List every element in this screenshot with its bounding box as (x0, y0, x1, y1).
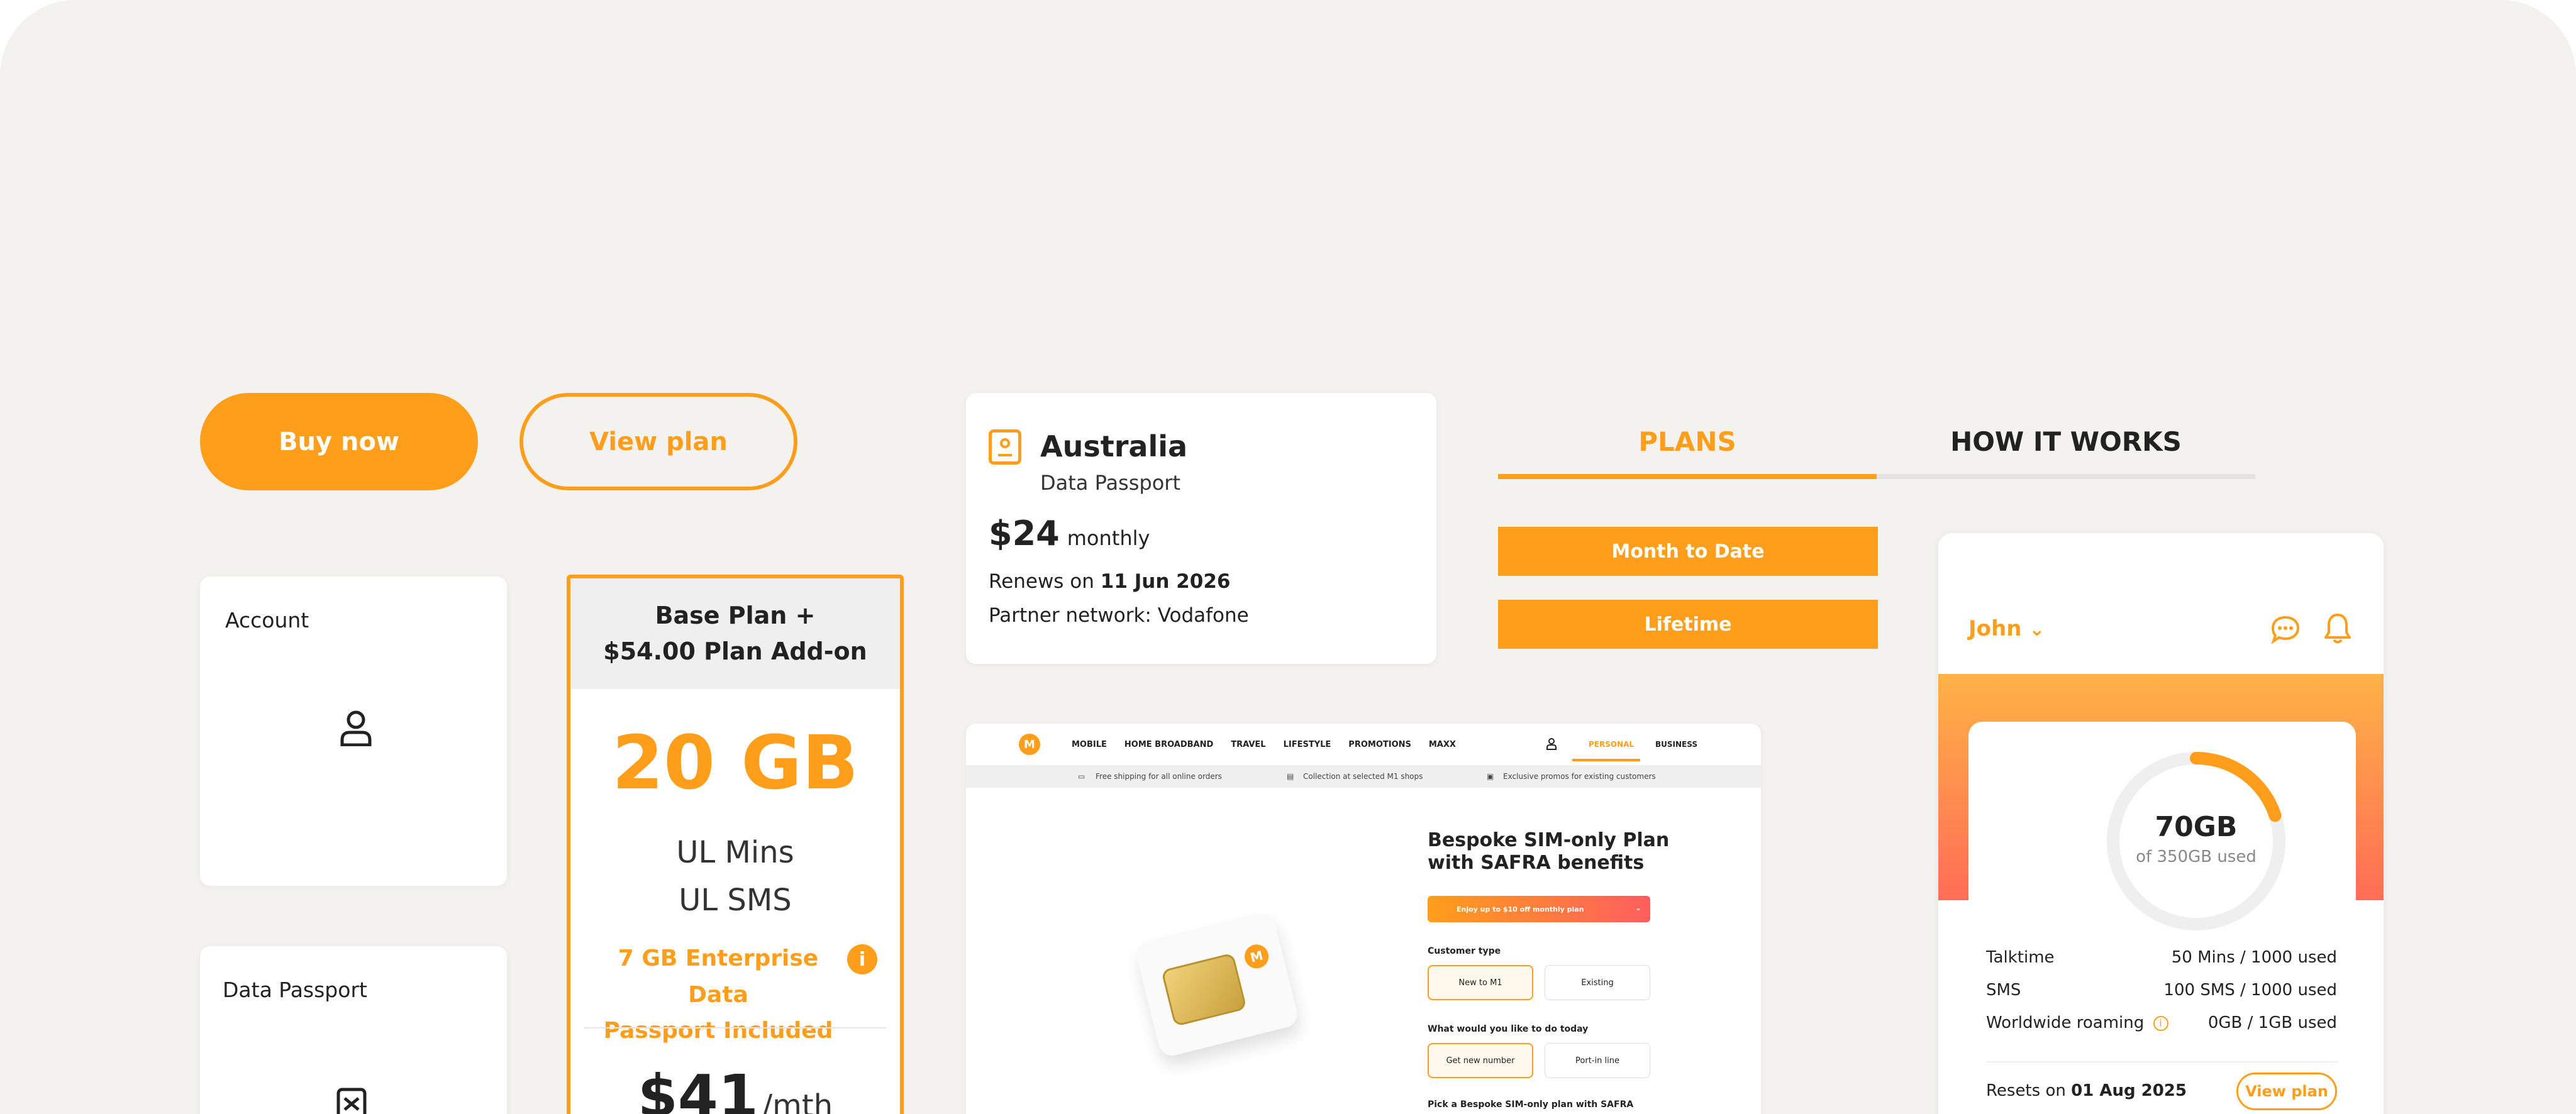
account-tile[interactable]: Account (200, 576, 507, 886)
todo-label: What would you like to do today (1428, 1024, 1589, 1034)
usage-divider (1986, 1061, 2338, 1062)
nav-personal[interactable]: PERSONAL (1589, 740, 1634, 749)
chevron-down-icon: ⌄ (2029, 619, 2045, 641)
tab-how-it-works[interactable]: HOW IT WORKS (1877, 402, 2255, 480)
perk-promos: Exclusive promos for existing customers (1503, 772, 1656, 781)
usage-total: of 350GB used (2136, 847, 2257, 866)
canvas: Buy now View plan Australia Data Passpor… (0, 0, 2576, 1114)
site-heading: Bespoke SIM-only Plan with SAFRA benefit… (1428, 829, 1669, 874)
usage-row-value: 0GB / 1GB used (2207, 1013, 2337, 1032)
nav-travel[interactable]: TRAVEL (1231, 740, 1265, 749)
chevron-down-icon: ⌄ (1635, 903, 1641, 912)
renews-label: Renews on (989, 570, 1094, 593)
option-new-to-m1[interactable]: New to M1 (1428, 965, 1533, 1000)
passport-price: $24 (989, 514, 1060, 553)
plan-divider (584, 1027, 886, 1029)
sim-logo: M (1242, 942, 1272, 971)
usage-row: Talktime 50 Mins / 1000 used (1986, 948, 2337, 967)
m1-logo: M (1019, 734, 1040, 755)
resets-date: 01 Aug 2025 (2071, 1081, 2187, 1100)
passport-subtitle: Data Passport (1040, 471, 1180, 495)
option-get-new-number[interactable]: Get new number (1428, 1043, 1533, 1078)
info-icon[interactable]: i (847, 944, 877, 974)
usage-panel: 70GB of 350GB used Talktime 50 Mins / 10… (1968, 722, 2356, 1114)
data-passport-tile[interactable]: Data Passport (200, 946, 507, 1114)
plan-addon-line1: 7 GB Enterprise Data (618, 946, 819, 1008)
nav-business[interactable]: BUSINESS (1655, 740, 1697, 749)
perk-shipping-icon: ▭ (1078, 772, 1085, 781)
partner-network: Partner network: Vodafone (989, 604, 1249, 627)
usage-rows: Talktime 50 Mins / 1000 used SMS 100 SMS… (1986, 948, 2337, 1055)
plan-addon-line2: Passport Included (603, 1018, 833, 1044)
site-navbar: M MOBILE HOME BROADBAND TRAVEL LIFESTYLE… (966, 724, 1761, 765)
usage-row: Worldwide roaming i 0GB / 1GB used (1986, 1013, 2337, 1032)
pick-plan-label: Pick a Bespoke SIM-only plan with SAFRA (1428, 1100, 1634, 1110)
country-name: Australia (1040, 429, 1188, 463)
tab-plans[interactable]: PLANS (1498, 402, 1877, 480)
passport-period: monthly (1067, 526, 1150, 550)
lifetime-button[interactable]: Lifetime (1498, 600, 1878, 649)
renews-date: 11 Jun 2026 (1100, 570, 1231, 593)
site-heading-line1: Bespoke SIM-only Plan (1428, 829, 1670, 851)
plan-header-line2: $54.00 Plan Add-on (603, 637, 867, 665)
plan-price-period: /mth (762, 1088, 833, 1114)
info-icon[interactable]: i (2153, 1015, 2168, 1031)
month-to-date-button[interactable]: Month to Date (1498, 527, 1878, 576)
site-heading-line2: with SAFRA benefits (1428, 852, 1645, 874)
view-plan-button[interactable]: View plan (519, 393, 797, 490)
plan-header: Base Plan + $54.00 Plan Add-on (570, 578, 900, 689)
chat-icon[interactable] (2270, 615, 2301, 644)
nav-mobile[interactable]: MOBILE (1072, 740, 1107, 749)
plan-card[interactable]: Base Plan + $54.00 Plan Add-on 20 GB UL … (567, 575, 904, 1114)
usage-row-label: Worldwide roaming (1986, 1013, 2145, 1032)
passport-document-icon (336, 1088, 367, 1114)
nav-home-broadband[interactable]: HOME BROADBAND (1124, 740, 1213, 749)
plan-addon: 7 GB Enterprise Data Passport Included (596, 940, 841, 1049)
app-view-plan-button[interactable]: View plan (2236, 1073, 2337, 1110)
perks-bar: ▭ Free shipping for all online orders ▤ … (966, 765, 1761, 788)
perk-store-icon: ▤ (1287, 772, 1294, 781)
sim-card-illustration: M (1133, 910, 1301, 1059)
resets-label: Resets on (1986, 1081, 2066, 1100)
user-menu[interactable]: John ⌄ (1968, 616, 2045, 641)
nav-active-indicator (1572, 759, 1640, 761)
website-preview: M MOBILE HOME BROADBAND TRAVEL LIFESTYLE… (966, 724, 1761, 1114)
option-port-in-line[interactable]: Port-in line (1545, 1043, 1650, 1078)
promo-text: Enjoy up to $10 off monthly plan (1457, 905, 1584, 913)
nav-promotions[interactable]: PROMOTIONS (1348, 740, 1411, 749)
sim-chip (1161, 952, 1247, 1027)
customer-type-label: Customer type (1428, 946, 1501, 956)
perk-shipping: Free shipping for all online orders (1096, 772, 1222, 781)
perk-gift-icon: ▣ (1487, 772, 1494, 781)
passport-icon (989, 429, 1021, 465)
promo-banner[interactable]: Enjoy up to $10 off monthly plan ⌄ (1428, 896, 1650, 922)
usage-row-value: 100 SMS / 1000 used (2163, 981, 2337, 1000)
account-label: Account (225, 608, 309, 632)
perk-collection: Collection at selected M1 shops (1303, 772, 1423, 781)
plan-sms: UL SMS (679, 883, 792, 918)
nav-lifestyle[interactable]: LIFESTYLE (1284, 740, 1331, 749)
plan-header-line1: Base Plan + (655, 602, 816, 629)
usage-row: SMS 100 SMS / 1000 used (1986, 981, 2337, 1000)
buy-now-button[interactable]: Buy now (200, 393, 478, 490)
user-name: John (1968, 616, 2022, 641)
plan-mins: UL Mins (676, 835, 794, 870)
user-icon (340, 710, 372, 746)
passport-card[interactable]: Australia Data Passport $24 monthly Rene… (966, 393, 1436, 664)
usage-amount: 70GB (2155, 811, 2238, 843)
bell-icon[interactable] (2323, 612, 2352, 645)
usage-row-value: 50 Mins / 1000 used (2171, 948, 2337, 967)
tab-indicator (1498, 474, 1877, 479)
mobile-app-card: John ⌄ 70GB of 350GB used Talktime 50 Mi… (1938, 533, 2384, 1114)
site-user-icon[interactable] (1546, 737, 1557, 750)
data-passport-label: Data Passport (223, 978, 367, 1002)
nav-maxx[interactable]: MAXX (1429, 740, 1456, 749)
usage-row-label: Talktime (1986, 948, 2055, 967)
plan-data-amount: 20 GB (611, 719, 859, 806)
option-existing[interactable]: Existing (1545, 965, 1650, 1000)
usage-row-label: SMS (1986, 981, 2021, 1000)
plan-price: $41 (637, 1062, 758, 1114)
